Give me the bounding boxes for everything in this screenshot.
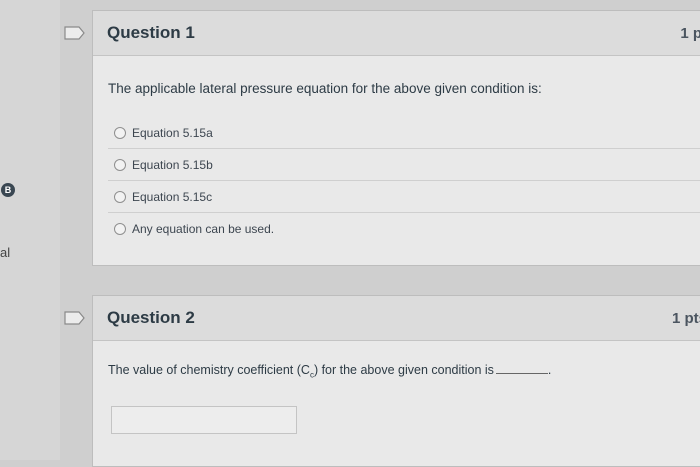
question-1-card: Question 1 1 pt The applicable lateral p… [92,10,700,266]
question-2-text: The value of chemistry coefficient (Cc) … [108,363,551,380]
question-1-text: The applicable lateral pressure equation… [108,81,542,96]
answer-option-c[interactable]: Equation 5.15c [108,180,700,212]
answer-option-b[interactable]: Equation 5.15b [108,148,700,180]
answer-option-d[interactable]: Any equation can be used. [108,212,700,244]
radio-button-icon[interactable] [114,158,126,171]
question-1-header: Question 1 1 pt [93,11,700,56]
left-sidebar [0,0,60,460]
question-2-header: Question 2 1 pts [93,296,700,341]
question-2-answer-input[interactable] [111,406,297,434]
radio-button-icon[interactable] [114,126,126,139]
question-1-points: 1 pt [680,24,700,42]
answer-option-label: Any equation can be used. [132,221,275,236]
answer-option-label: Equation 5.15b [132,157,213,172]
flag-question-1-icon[interactable] [64,26,86,40]
question-2-points: 1 pts [671,309,700,327]
question-2-period: . [547,363,552,377]
question-1-options: Equation 5.15a Equation 5.15b Equation 5… [108,117,700,244]
sidebar-badge: B [1,183,15,197]
question-2-text-start: The value of chemistry coefficient (C [108,363,310,377]
answer-option-a[interactable]: Equation 5.15a [108,117,700,148]
answer-option-label: Equation 5.15c [132,189,213,204]
answer-option-label: Equation 5.15a [132,125,213,140]
radio-button-icon[interactable] [114,222,126,235]
question-2-card: Question 2 1 pts The value of chemistry … [92,295,700,467]
radio-button-icon[interactable] [114,190,126,203]
question-2-title: Question 2 [107,308,195,327]
question-2-text-end: ) for the above given condition is [313,363,494,377]
fill-in-blank [495,373,548,374]
sidebar-partial-text: al [0,245,11,260]
flag-question-2-icon[interactable] [64,311,86,325]
question-1-title: Question 1 [107,23,195,42]
